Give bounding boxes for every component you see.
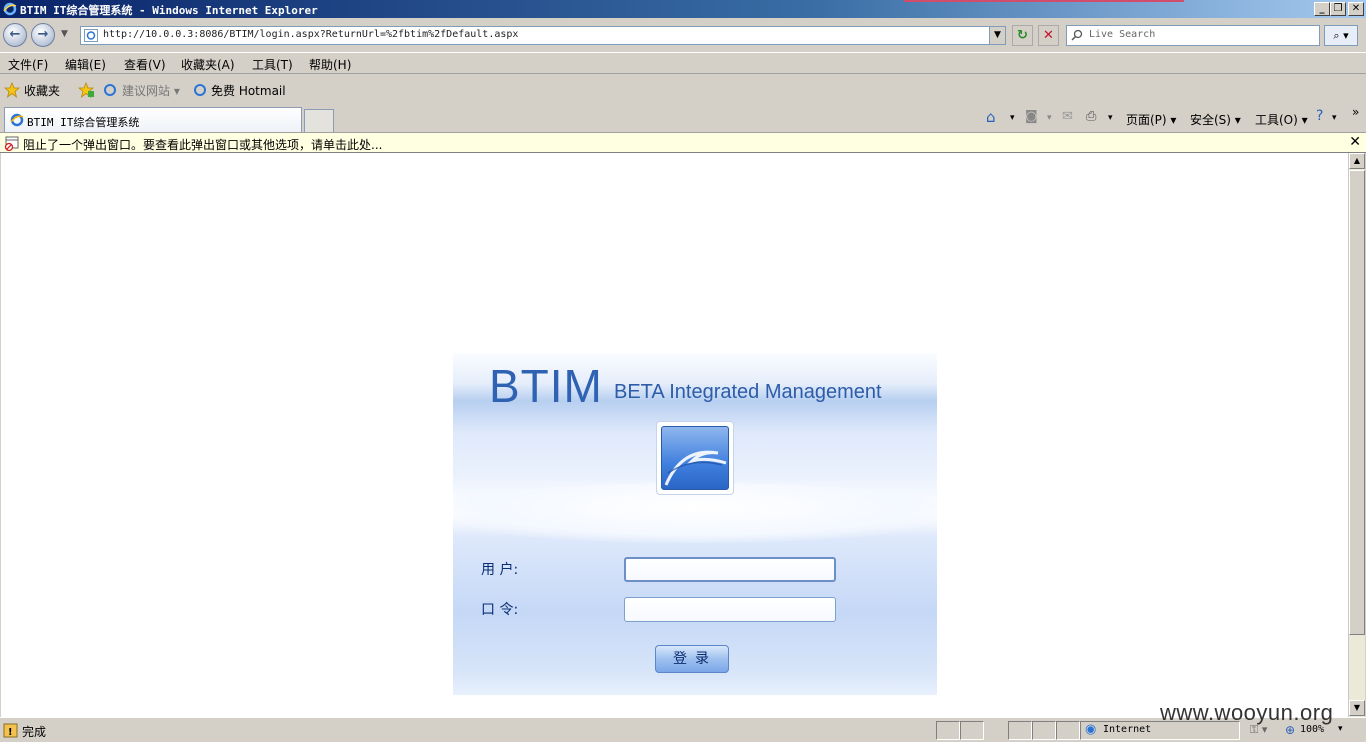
home-icon[interactable]: ⌂ — [986, 108, 996, 126]
safety-menu[interactable]: 安全(S) ▾ — [1190, 111, 1241, 128]
forward-button[interactable]: → — [31, 23, 55, 47]
watermark: www.wooyun.org — [1160, 700, 1334, 725]
mail-icon[interactable]: ✉ — [1062, 109, 1073, 124]
feeds-icon[interactable]: ◙ — [1025, 109, 1038, 124]
window-title: BTIM IT综合管理系统 - Windows Internet Explore… — [20, 4, 318, 17]
refresh-button[interactable]: ↻ — [1012, 25, 1033, 46]
menu-help[interactable]: 帮助(H) — [309, 56, 351, 73]
scroll-down-icon[interactable]: ▼ — [1349, 700, 1365, 716]
popup-blocked-infobar[interactable]: 阻止了一个弹出窗口。要查看此弹出窗口或其他选项，请单击此处... ✕ — [0, 132, 1366, 153]
new-tab-button[interactable] — [304, 109, 334, 132]
chevron-more-icon[interactable]: » — [1352, 105, 1359, 119]
menu-tools[interactable]: 工具(T) — [252, 56, 293, 73]
close-window-button[interactable]: ✕ — [1348, 2, 1364, 16]
tab-row: BTIM IT综合管理系统 ⌂ ▾ ◙ ▾ ✉ ⎙ ▾ 页面(P) ▾ 安全(S… — [0, 104, 1366, 132]
tab-active[interactable]: BTIM IT综合管理系统 — [4, 107, 302, 132]
search-button[interactable]: ⌕ ▾ — [1324, 25, 1358, 46]
home-dropdown-icon[interactable]: ▾ — [1010, 113, 1015, 123]
hotmail-link[interactable]: 免费 Hotmail — [211, 82, 286, 99]
page-ie-icon — [84, 29, 98, 42]
username-label: 用 户: — [481, 562, 519, 578]
security-zone-label: Internet — [1103, 724, 1152, 735]
logo-swoosh-icon — [661, 426, 729, 490]
feeds-dropdown-icon[interactable]: ▾ — [1047, 113, 1052, 123]
back-button[interactable]: ← — [3, 23, 27, 47]
address-url[interactable]: http://10.0.0.3:8086/BTIM/login.aspx?Ret… — [103, 29, 518, 40]
search-input[interactable]: Live Search — [1066, 25, 1320, 46]
favorites-button[interactable]: 收藏夹 — [24, 82, 60, 99]
menu-file[interactable]: 文件(F) — [8, 56, 48, 73]
forward-arrow-icon: → — [37, 27, 49, 42]
vertical-scrollbar[interactable]: ▲ ▼ — [1348, 153, 1365, 717]
search-provider-icon — [1071, 29, 1083, 41]
status-segment — [1008, 721, 1032, 740]
favorites-bar: 收藏夹 建议网站 ▾ 免费 Hotmail — [0, 74, 1366, 104]
suggested-sites-icon — [104, 84, 116, 96]
tab-ie-icon — [10, 113, 24, 127]
infobar-message[interactable]: 阻止了一个弹出窗口。要查看此弹出窗口或其他选项，请单击此处... — [23, 136, 382, 153]
stop-icon: ✕ — [1043, 28, 1054, 43]
status-segment — [936, 721, 960, 740]
login-button[interactable]: 登录 — [655, 645, 729, 673]
scroll-up-icon[interactable]: ▲ — [1349, 153, 1365, 169]
ie-logo-icon — [3, 2, 17, 16]
add-favorite-icon[interactable] — [78, 82, 94, 98]
hotmail-icon — [194, 84, 206, 96]
password-input[interactable] — [624, 597, 836, 622]
zoom-dropdown-icon[interactable]: ▾ — [1338, 724, 1343, 734]
username-input[interactable] — [624, 557, 836, 582]
help-icon[interactable]: ? — [1316, 108, 1323, 124]
help-dropdown-icon[interactable]: ▾ — [1332, 113, 1337, 123]
print-icon[interactable]: ⎙ — [1086, 109, 1096, 124]
menu-edit[interactable]: 编辑(E) — [65, 56, 106, 73]
tools-menu[interactable]: 工具(O) ▾ — [1255, 111, 1308, 128]
popup-status-icon[interactable] — [960, 721, 984, 740]
history-dropdown-icon[interactable]: ▼ — [61, 29, 68, 39]
search-placeholder: Live Search — [1089, 29, 1156, 40]
suggested-sites-link[interactable]: 建议网站 ▾ — [122, 82, 180, 99]
back-arrow-icon: ← — [9, 27, 21, 42]
infobar-close-icon[interactable]: ✕ — [1349, 134, 1361, 150]
popup-blocked-icon — [4, 136, 19, 151]
address-bar[interactable]: http://10.0.0.3:8086/BTIM/login.aspx?Ret… — [80, 26, 1006, 45]
menu-view[interactable]: 查看(V) — [124, 56, 166, 73]
page-content: BTIM BETA Integrated Management 用 户: 口 令… — [1, 153, 1348, 717]
menu-favorites[interactable]: 收藏夹(A) — [181, 56, 235, 73]
status-text: 完成 — [22, 725, 47, 739]
tab-title: BTIM IT综合管理系统 — [27, 116, 140, 129]
password-label: 口 令: — [481, 602, 519, 618]
menu-bar: 文件(F) 编辑(E) 查看(V) 收藏夹(A) 工具(T) 帮助(H) — [0, 52, 1366, 74]
title-accent — [904, 0, 1184, 2]
protected-mode-icon[interactable] — [1056, 721, 1080, 740]
page-menu[interactable]: 页面(P) ▾ — [1126, 111, 1176, 128]
address-toolbar: ← → ▼ http://10.0.0.3:8086/BTIM/login.as… — [0, 18, 1366, 52]
brand-title: BTIM — [489, 360, 603, 412]
status-segment — [1032, 721, 1056, 740]
globe-icon: ◉ — [1085, 722, 1097, 737]
brand-subtitle: BETA Integrated Management — [614, 381, 882, 403]
login-panel: BTIM BETA Integrated Management 用 户: 口 令… — [453, 353, 937, 695]
page-warning-icon: ! — [3, 723, 18, 738]
address-dropdown-icon[interactable]: ▼ — [989, 27, 1005, 44]
favorites-star-icon — [4, 82, 20, 98]
restore-button[interactable]: ❐ — [1330, 2, 1346, 16]
minimize-button[interactable]: _ — [1314, 2, 1330, 16]
scroll-thumb[interactable] — [1349, 170, 1365, 635]
logo — [656, 421, 734, 495]
stop-button[interactable]: ✕ — [1038, 25, 1059, 46]
window-title-bar: BTIM IT综合管理系统 - Windows Internet Explore… — [0, 0, 1366, 18]
search-icon: ⌕ ▾ — [1333, 29, 1349, 42]
svg-text:!: ! — [8, 727, 13, 738]
refresh-icon: ↻ — [1017, 28, 1028, 43]
print-dropdown-icon[interactable]: ▾ — [1108, 113, 1113, 123]
